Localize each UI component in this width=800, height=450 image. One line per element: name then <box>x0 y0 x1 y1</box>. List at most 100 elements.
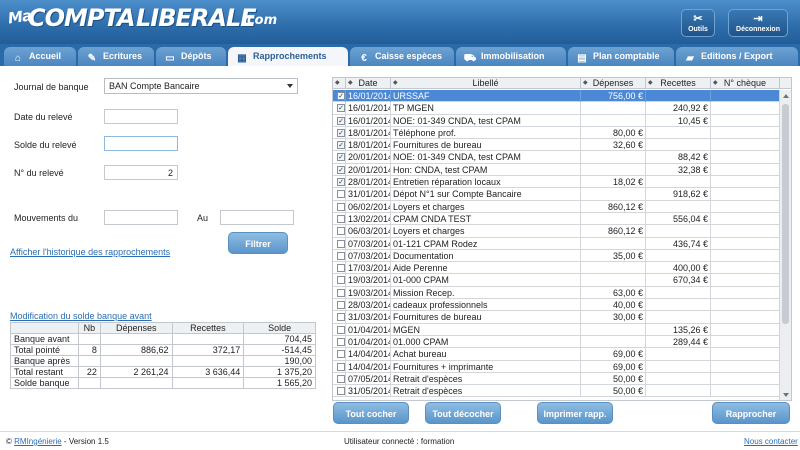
row-checkbox[interactable] <box>337 288 345 297</box>
journal-select[interactable]: BAN Compte Bancaire <box>104 78 298 94</box>
table-row[interactable]: 14/04/2014 Achat bureau 69,00 € <box>333 348 780 361</box>
check-all-button[interactable]: Tout cocher <box>333 402 409 424</box>
company-link[interactable]: RMIngénierie <box>14 437 62 446</box>
row-checkbox[interactable] <box>337 350 345 359</box>
cell-recettes <box>646 385 711 398</box>
tab-rapprochements[interactable]: ▦ Rapprochements <box>228 47 348 66</box>
modify-balance-link[interactable]: Modification du solde banque avant <box>10 311 152 321</box>
row-checkbox[interactable] <box>337 387 345 396</box>
grid-header-recettes[interactable]: ◆ Recettes <box>646 78 711 89</box>
version-text: - Version 1.5 <box>61 437 109 446</box>
table-row[interactable]: ✓ 16/01/2014 NOE: 01-349 CNDA, test CPAM 10… <box>333 114 780 127</box>
row-checkbox[interactable] <box>337 276 345 285</box>
table-row[interactable]: 01/04/2014 MGEN 135,26 € <box>333 323 780 336</box>
table-row[interactable]: 06/02/2014 Loyers et charges 860,12 € <box>333 200 780 213</box>
grid-header-check[interactable]: ◆ <box>333 78 346 89</box>
tab-editions-export[interactable]: ▰ Editions / Export <box>676 47 798 66</box>
mouvements-to-field[interactable] <box>220 210 294 225</box>
mouvements-from-field[interactable] <box>104 210 178 225</box>
cell-date: 20/01/2014 <box>348 163 391 176</box>
tab-depots[interactable]: ▭ Dépôts <box>156 47 226 66</box>
scroll-up-icon[interactable] <box>783 94 789 98</box>
table-row[interactable]: 13/02/2014 CPAM CNDA TEST 556,04 € <box>333 212 780 226</box>
table-row[interactable]: ✓ 16/01/2014 TP MGEN 240,92 € <box>333 102 780 115</box>
tab-caisse-especes[interactable]: € Caisse espèces <box>350 47 454 66</box>
row-checkbox[interactable]: ✓ <box>337 178 345 187</box>
table-row[interactable]: 31/05/2014 Retrait d'espèces 50,00 € <box>333 385 780 398</box>
history-link[interactable]: Afficher l'historique des rapprochements <box>10 247 170 257</box>
cell-recettes: 10,45 € <box>646 114 711 127</box>
cell-depenses <box>581 151 646 164</box>
table-row[interactable]: ✓ 20/01/2014 Hon: CNDA, test CPAM 32,38 € <box>333 163 780 177</box>
tab-label: Immobilisation <box>481 51 545 61</box>
row-checkbox[interactable]: ✓ <box>337 92 345 100</box>
row-checkbox[interactable] <box>337 362 345 371</box>
date-field[interactable] <box>104 109 178 124</box>
grid-header-libelle[interactable]: ◆ Libellé <box>391 78 581 89</box>
cell-cheque <box>711 237 780 250</box>
reconcile-button[interactable]: Rapprocher <box>712 402 790 424</box>
grid-header-cheque[interactable]: ◆ N° chèque <box>711 78 780 89</box>
table-row[interactable]: ✓ 28/01/2014 Entretien réparation locaux 18… <box>333 176 780 189</box>
row-checkbox[interactable] <box>337 264 345 273</box>
tab-ecritures[interactable]: ✎ Ecritures <box>78 47 154 66</box>
tab-immobilisation[interactable]: ⛟ Immobilisation <box>456 47 566 66</box>
table-row[interactable]: ✓ 20/01/2014 NOE: 01-349 CNDA, test CPAM 88… <box>333 151 780 164</box>
filter-button[interactable]: Filtrer <box>228 232 288 254</box>
scroll-down-icon[interactable] <box>783 393 789 397</box>
cell-date: 16/01/2014 <box>348 102 391 115</box>
mouvements-label: Mouvements du <box>14 213 79 223</box>
table-row[interactable]: 31/01/2014 Dépot N°1 sur Compte Bancaire 9… <box>333 188 780 201</box>
row-checkbox[interactable] <box>337 374 345 383</box>
table-row[interactable]: 07/03/2014 Documentation 35,00 € <box>333 249 780 263</box>
row-checkbox[interactable] <box>337 202 345 211</box>
tab-label: Plan comptable <box>593 51 660 61</box>
solde-field[interactable] <box>104 136 178 151</box>
tab-plan-comptable[interactable]: ▤ Plan comptable <box>568 47 674 66</box>
row-checkbox[interactable]: ✓ <box>337 141 345 150</box>
cell-cheque <box>711 200 780 213</box>
table-row[interactable]: ✓ 18/01/2014 Fournitures de bureau 32,60 € <box>333 139 780 152</box>
logo-word-liberale: LIBERALE <box>136 4 257 32</box>
row-checkbox[interactable] <box>337 190 345 199</box>
num-field[interactable]: 2 <box>104 165 178 180</box>
row-checkbox[interactable] <box>337 239 345 248</box>
table-row[interactable]: 28/03/2014 cadeaux professionnels 40,00 € <box>333 299 780 312</box>
cell-libelle: MGEN <box>391 323 581 336</box>
row-checkbox[interactable]: ✓ <box>337 128 345 137</box>
row-checkbox[interactable]: ✓ <box>337 153 345 162</box>
row-checkbox[interactable] <box>337 301 345 310</box>
table-row[interactable]: 01/04/2014 01.000 CPAM 289,44 € <box>333 335 780 349</box>
grid-scrollbar[interactable] <box>779 90 791 400</box>
row-checkbox[interactable] <box>337 325 345 334</box>
row-checkbox[interactable] <box>337 251 345 260</box>
grid-header-date[interactable]: ◆ Date <box>346 78 391 89</box>
row-checkbox[interactable]: ✓ <box>337 165 345 174</box>
summary-cell: 3 636,44 <box>171 366 245 378</box>
table-row[interactable]: ✓ 18/01/2014 Téléphone prof. 80,00 € <box>333 126 780 140</box>
table-row[interactable]: 07/05/2014 Retrait d'espèces 50,00 € <box>333 372 780 386</box>
table-row[interactable]: 17/03/2014 Aide Perenne 400,00 € <box>333 262 780 275</box>
scrollbar-thumb[interactable] <box>782 104 789 324</box>
uncheck-all-button[interactable]: Tout décocher <box>425 402 501 424</box>
row-checkbox[interactable] <box>337 313 345 322</box>
table-row[interactable]: 19/03/2014 01-000 CPAM 670,34 € <box>333 274 780 287</box>
table-row[interactable]: 14/04/2014 Fournitures + imprimante 69,00 … <box>333 360 780 373</box>
row-checkbox[interactable]: ✓ <box>337 104 345 113</box>
row-checkbox[interactable] <box>337 214 345 223</box>
grid-header-depenses[interactable]: ◆ Dépenses <box>581 78 646 89</box>
contact-link[interactable]: Nous contacter <box>744 437 798 446</box>
table-row[interactable]: 31/03/2014 Fournitures de bureau 30,00 € <box>333 311 780 324</box>
print-button[interactable]: Imprimer rapp. <box>537 402 613 424</box>
logout-button[interactable]: ⇥ Déconnexion <box>728 9 788 37</box>
table-row[interactable]: 19/03/2014 Mission Recep. 63,00 € <box>333 286 780 300</box>
row-checkbox[interactable] <box>337 227 345 236</box>
row-checkbox[interactable] <box>337 337 345 346</box>
tab-accueil[interactable]: ⌂ Accueil <box>4 47 76 66</box>
summary-header-row: Nb Dépenses Recettes Solde <box>10 322 316 334</box>
row-checkbox[interactable]: ✓ <box>337 116 345 125</box>
table-row[interactable]: 07/03/2014 01-121 CPAM Rodez 436,74 € <box>333 237 780 250</box>
table-row[interactable]: 06/03/2014 Loyers et charges 860,12 € <box>333 225 780 238</box>
table-row[interactable]: ✓ 16/01/2014 URSSAF 756,00 € <box>333 90 780 103</box>
tools-button[interactable]: ✂ Outils <box>681 9 715 37</box>
